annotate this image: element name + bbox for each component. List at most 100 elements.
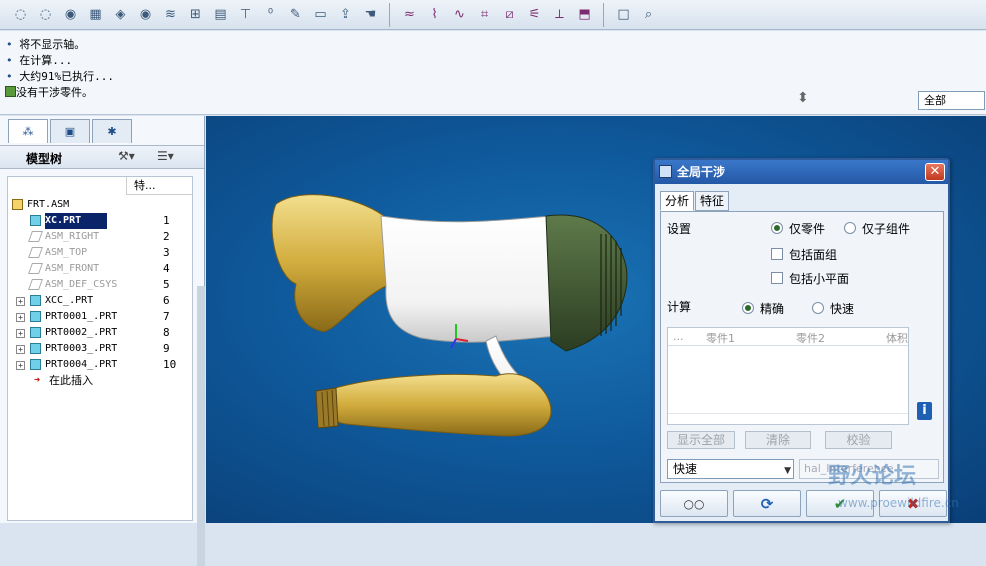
checkbox-include-quilts[interactable] bbox=[771, 248, 783, 260]
status-ok-icon bbox=[5, 86, 16, 97]
cap-icon[interactable]: ⬒ bbox=[574, 5, 595, 25]
tree-item-label: FRT.ASM bbox=[27, 199, 70, 210]
dialog-title-bar[interactable]: 全局干涉 ✕ bbox=[655, 160, 948, 184]
radio-parts-only[interactable] bbox=[771, 222, 783, 234]
tab-folder-browser[interactable]: ▣ bbox=[50, 119, 90, 143]
list-header: ... 零件1 零件2 体积 bbox=[668, 328, 908, 346]
curvature-icon[interactable]: ≈ bbox=[399, 5, 420, 25]
edit-icon[interactable]: ✎ bbox=[285, 5, 306, 25]
tree-row[interactable]: + PRT0001_.PRT 7 bbox=[8, 309, 192, 325]
tree-row[interactable]: ASM_DEF_CSYS 5 bbox=[8, 277, 192, 293]
eye-icon[interactable]: ◉ bbox=[60, 5, 81, 25]
message-line: • 在计算... bbox=[6, 54, 73, 67]
panel-resize-handle[interactable] bbox=[197, 286, 205, 566]
zoom-icon[interactable]: ⌕ bbox=[638, 5, 659, 25]
radio-subassemblies-only[interactable] bbox=[844, 222, 856, 234]
tree-item-label: PRT0001_.PRT bbox=[45, 311, 118, 322]
check-button[interactable]: 校验 bbox=[825, 431, 892, 449]
column-header[interactable]: 体积 bbox=[886, 330, 908, 346]
expand-icon[interactable]: + bbox=[16, 297, 25, 306]
tree-row[interactable]: + PRT0002_.PRT 8 bbox=[8, 325, 192, 341]
expand-icon[interactable]: + bbox=[16, 313, 25, 322]
tree-row[interactable]: + XCC_.PRT 6 bbox=[8, 293, 192, 309]
tree-row[interactable]: ASM_RIGHT 2 bbox=[8, 229, 192, 245]
message-line: • 大约91%已执行... bbox=[6, 70, 114, 83]
tab-analysis[interactable]: 分析 bbox=[660, 191, 695, 211]
tree-icon[interactable]: ⊤ bbox=[235, 5, 256, 25]
feature-number: 5 bbox=[163, 278, 170, 291]
precision-select[interactable]: 快速 ▼ bbox=[667, 459, 794, 479]
tree-row[interactable]: XC.PRT 1 bbox=[8, 213, 192, 229]
expand-icon[interactable]: + bbox=[16, 329, 25, 338]
watermark-url: www.proewildfire.cn bbox=[838, 496, 959, 510]
section-icon[interactable]: ⧄ bbox=[499, 5, 520, 25]
analysis-panel: 设置 仅零件 仅子组件 包括面组 包括小平面 计算 精确 快速 ... 零件1 … bbox=[660, 211, 944, 483]
window-icon[interactable]: □ bbox=[613, 5, 634, 25]
feature-number: 3 bbox=[163, 246, 170, 259]
radio-exact-label: 精确 bbox=[760, 302, 785, 316]
column-header[interactable]: 零件2 bbox=[796, 330, 825, 346]
part-icon bbox=[30, 215, 41, 226]
eye-icon[interactable]: ◉ bbox=[135, 5, 156, 25]
mesh-icon[interactable]: ⌗ bbox=[474, 5, 495, 25]
calculation-label: 计算 bbox=[667, 300, 692, 314]
number-icon[interactable]: ⁰ bbox=[260, 5, 281, 25]
datum-icon[interactable]: ⟂ bbox=[549, 5, 570, 25]
radio-quick[interactable] bbox=[812, 302, 824, 314]
feature-number: 10 bbox=[163, 358, 177, 371]
close-button[interactable]: ✕ bbox=[925, 163, 945, 181]
dialog-title: 全局干涉 bbox=[677, 165, 726, 179]
tree-item-label: ASM_TOP bbox=[45, 247, 88, 258]
layers-icon[interactable]: ≋ bbox=[160, 5, 181, 25]
tab-feature[interactable]: 特征 bbox=[695, 191, 730, 211]
tree-item-label: ASM_RIGHT bbox=[45, 231, 100, 242]
navigator-tabs: ⁂ ▣ ✱ bbox=[8, 119, 132, 143]
interference-results-list[interactable]: ... 零件1 零件2 体积 bbox=[667, 327, 909, 425]
horizontal-scrollbar[interactable] bbox=[668, 413, 908, 424]
radio-exact[interactable] bbox=[742, 302, 754, 314]
column-header[interactable]: ... bbox=[673, 330, 684, 343]
show-all-button[interactable]: 显示全部 bbox=[667, 431, 735, 449]
show-menu-icon[interactable]: ☰▾ bbox=[157, 149, 174, 163]
eye-hidden-icon[interactable]: ◌ bbox=[35, 5, 56, 25]
graph-icon[interactable]: ⊞ bbox=[185, 5, 206, 25]
message-line: • 将不显示轴。 bbox=[6, 38, 86, 51]
eraser-icon[interactable]: ▭ bbox=[310, 5, 331, 25]
glasses-button[interactable]: ○○ bbox=[660, 490, 728, 517]
table-icon[interactable]: ▤ bbox=[210, 5, 231, 25]
pin-icon[interactable]: ⬍ bbox=[797, 90, 813, 110]
toolbar-separator bbox=[389, 2, 391, 27]
eye-hidden-icon[interactable]: ◌ bbox=[10, 5, 31, 25]
feature-number: 8 bbox=[163, 326, 170, 339]
info-icon[interactable]: i bbox=[917, 402, 932, 420]
tree-row[interactable]: + PRT0003_.PRT 9 bbox=[8, 341, 192, 357]
tab-model-tree[interactable]: ⁂ bbox=[8, 119, 48, 143]
column-header[interactable]: 零件1 bbox=[706, 330, 735, 346]
dialog-icon bbox=[659, 165, 672, 178]
feature-number: 7 bbox=[163, 310, 170, 323]
tree-row[interactable]: ASM_TOP 3 bbox=[8, 245, 192, 261]
expand-icon[interactable]: + bbox=[16, 345, 25, 354]
tree-row[interactable]: + PRT0004_.PRT 10 bbox=[8, 357, 192, 373]
checkbox-include-facets[interactable] bbox=[771, 272, 783, 284]
settings-icon[interactable]: ⚒▾ bbox=[118, 149, 135, 163]
hand-icon[interactable]: ☚ bbox=[360, 5, 381, 25]
expand-icon[interactable]: + bbox=[16, 361, 25, 370]
export-icon[interactable]: ⇪ bbox=[335, 5, 356, 25]
part-icon bbox=[30, 343, 41, 354]
shape-icon[interactable]: ∿ bbox=[449, 5, 470, 25]
tree-row[interactable]: ➜ 在此插入 bbox=[8, 373, 192, 389]
analysis-icon[interactable]: ⌇ bbox=[424, 5, 445, 25]
tree-row[interactable]: ASM_FRONT 4 bbox=[8, 261, 192, 277]
draft-icon[interactable]: ⚟ bbox=[524, 5, 545, 25]
filter-select[interactable]: 全部 bbox=[918, 91, 985, 110]
tab-favorites[interactable]: ✱ bbox=[92, 119, 132, 143]
tree-item-label: ASM_DEF_CSYS bbox=[45, 279, 118, 290]
shade-icon[interactable]: ◈ bbox=[110, 5, 131, 25]
view-box-icon[interactable]: ▦ bbox=[85, 5, 106, 25]
clear-button[interactable]: 清除 bbox=[745, 431, 811, 449]
tree-row[interactable]: FRT.ASM bbox=[8, 197, 192, 213]
glasses-icon: ○○ bbox=[683, 496, 705, 511]
column-header[interactable]: 特... bbox=[126, 177, 193, 195]
radio-parts-only-label: 仅零件 bbox=[789, 222, 826, 236]
